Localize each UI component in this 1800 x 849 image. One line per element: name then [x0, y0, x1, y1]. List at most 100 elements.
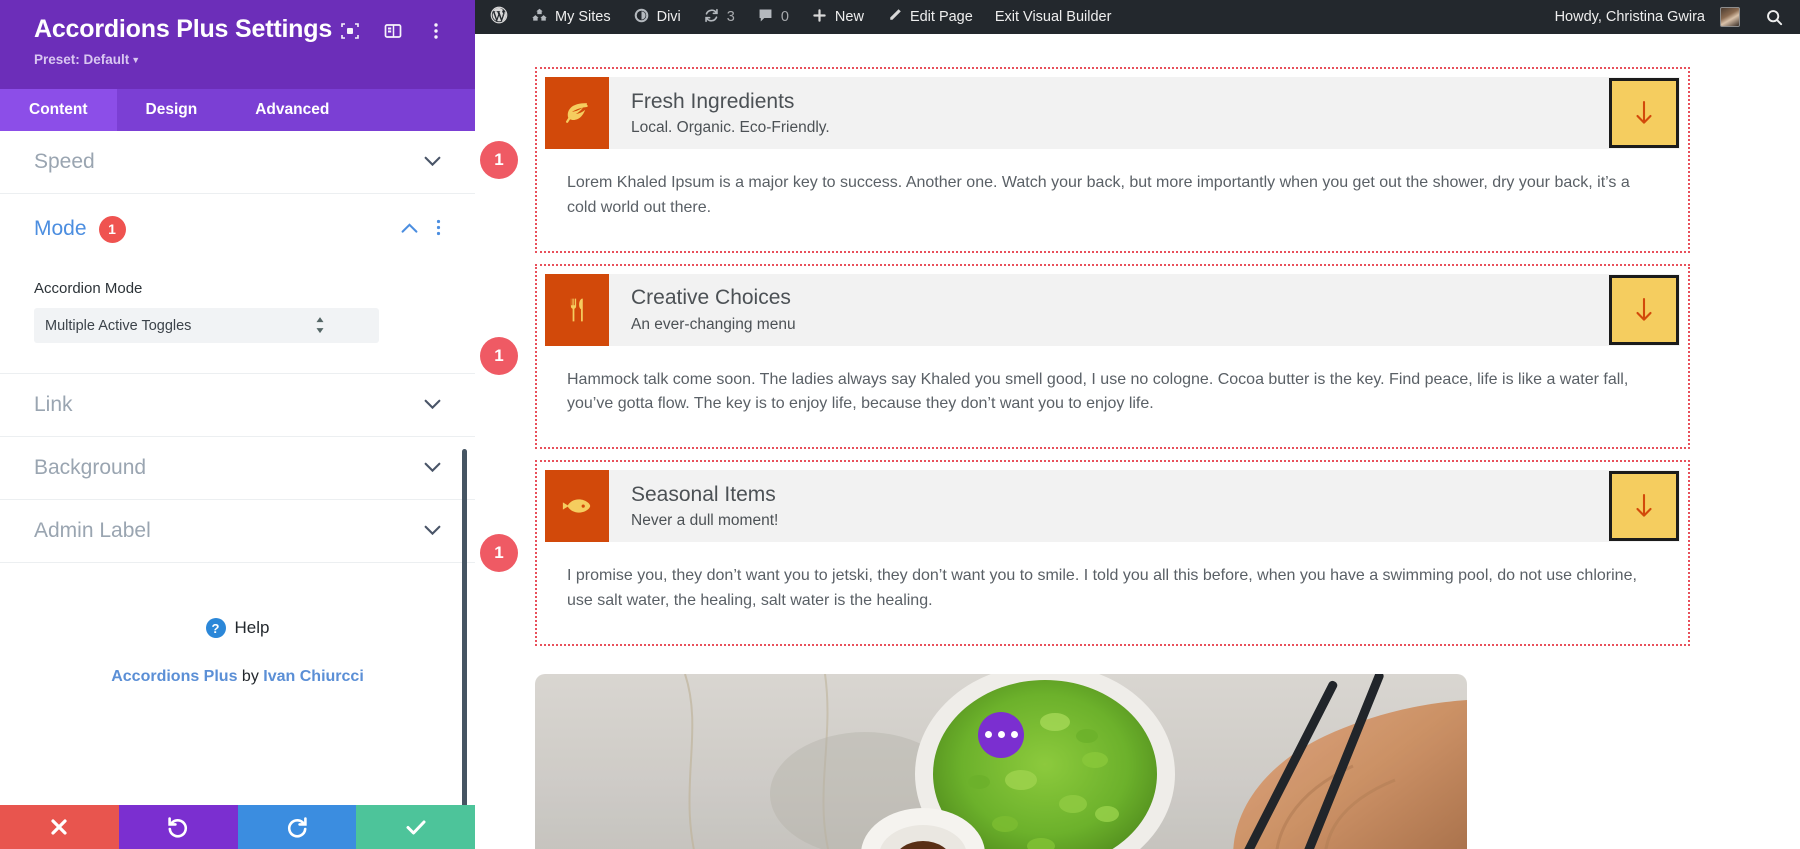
accordion-title-group: Fresh Ingredients Local. Organic. Eco-Fr…	[609, 77, 1609, 149]
wordpress-logo-icon	[489, 5, 509, 29]
updates-item[interactable]: 3	[692, 0, 746, 34]
plugin-name-link[interactable]: Accordions Plus	[111, 668, 237, 685]
accordion-outline: Creative Choices An ever-changing menu H…	[535, 263, 1690, 450]
plugin-credit: Accordions Plus by Ivan Chiurcci	[0, 668, 475, 686]
comments-item[interactable]: 0	[746, 0, 800, 34]
accordion-marker-badge: 1	[480, 337, 518, 376]
settings-body: Speed Mode 1 Accordion Mode Multiple Act…	[0, 131, 475, 805]
updates-count: 3	[726, 9, 735, 25]
help-label: Help	[234, 618, 270, 637]
divi-item[interactable]: Divi	[622, 0, 692, 34]
help-link[interactable]: ? Help	[0, 618, 475, 638]
admin-bar-left-group: My Sites Divi 3 0 New Edit Page Exit Vis…	[475, 0, 1122, 34]
divi-icon	[633, 7, 650, 28]
chevron-up-icon[interactable]	[401, 222, 418, 237]
settings-tabs: Content Design Advanced	[0, 89, 475, 131]
accordion-header[interactable]: Fresh Ingredients Local. Organic. Eco-Fr…	[545, 77, 1680, 149]
section-label-mode: Mode	[34, 217, 87, 240]
edit-page-item[interactable]: Edit Page	[875, 0, 984, 34]
save-button[interactable]	[356, 805, 475, 849]
new-item[interactable]: New	[800, 0, 875, 34]
section-more-options-icon[interactable]	[436, 219, 441, 240]
chevron-down-icon	[424, 155, 441, 170]
more-options-icon[interactable]	[425, 20, 447, 42]
wordpress-logo-item[interactable]	[475, 0, 520, 34]
food-photo-section	[535, 673, 1467, 849]
accordion-subtitle: An ever-changing menu	[631, 315, 796, 333]
wp-admin-bar: My Sites Divi 3 0 New Edit Page Exit Vis…	[475, 0, 1800, 34]
accordion-mode-select-wrap: Multiple Active Toggles	[34, 308, 441, 343]
accordion-module: 1 Fresh Ingredients Local. Organic. Eco-…	[475, 67, 1800, 646]
tab-design[interactable]: Design	[117, 89, 227, 131]
accordion-item: 1 Creative Choices An ever-changing menu	[480, 263, 1690, 450]
credit-by-text: by	[241, 668, 259, 685]
accordion-title-group: Seasonal Items Never a dull moment!	[609, 470, 1609, 542]
comments-count: 0	[780, 9, 789, 25]
my-sites-icon	[531, 7, 548, 28]
my-sites-item[interactable]: My Sites	[520, 0, 622, 34]
sidebar-section-speed[interactable]: Speed	[0, 131, 475, 194]
comments-icon	[757, 7, 774, 28]
module-settings-panel: Accordions Plus Settings Preset: Default…	[0, 0, 475, 849]
accordion-outline: Seasonal Items Never a dull moment! I pr…	[535, 460, 1690, 646]
settings-scroll-area: Speed Mode 1 Accordion Mode Multiple Act…	[0, 131, 475, 805]
accordion-header[interactable]: Seasonal Items Never a dull moment!	[545, 470, 1680, 543]
section-settings-button[interactable]	[978, 711, 1024, 758]
dot-icon	[997, 731, 1005, 739]
accordion-toggle-button[interactable]	[1609, 471, 1679, 542]
sidebar-section-background[interactable]: Background	[0, 437, 475, 500]
accordion-title: Creative Choices	[631, 286, 791, 310]
tab-advanced[interactable]: Advanced	[226, 89, 358, 131]
divi-label: Divi	[656, 9, 681, 25]
help-icon: ?	[205, 618, 226, 638]
cancel-button[interactable]	[0, 805, 119, 849]
redo-button[interactable]	[237, 805, 357, 849]
settings-panel-scrollbar[interactable]	[462, 449, 467, 805]
utensils-icon	[545, 273, 609, 346]
section-label-link: Link	[34, 393, 73, 416]
howdy-label: Howdy, Christina Gwira	[1554, 9, 1705, 25]
focus-icon[interactable]	[339, 20, 361, 42]
edit-page-label: Edit Page	[909, 9, 973, 25]
undo-button[interactable]	[118, 805, 238, 849]
accordion-body: Lorem Khaled Ipsum is a major key to suc…	[545, 149, 1680, 243]
accordion-toggle-button[interactable]	[1609, 274, 1679, 345]
preset-label: Preset: Default	[34, 51, 130, 67]
accordion-header[interactable]: Creative Choices An ever-changing menu	[545, 273, 1680, 346]
updates-icon	[703, 7, 720, 28]
accordion-mode-label: Accordion Mode	[34, 280, 143, 297]
accordion-title: Fresh Ingredients	[631, 89, 795, 113]
plus-icon	[811, 7, 828, 28]
my-sites-label: My Sites	[555, 9, 611, 25]
settings-header-icon-group	[339, 16, 453, 42]
accordion-item: 1 Seasonal Items Never a dull moment! I …	[480, 460, 1690, 646]
sidebar-section-mode[interactable]: Mode 1	[0, 194, 475, 264]
pencil-icon	[886, 7, 903, 28]
sidebar-section-admin-label[interactable]: Admin Label	[0, 500, 475, 563]
sidebar-section-link[interactable]: Link	[0, 374, 475, 437]
admin-bar-right-group: Howdy, Christina Gwira	[1541, 0, 1800, 34]
exit-visual-builder-label: Exit Visual Builder	[994, 9, 1112, 25]
leaf-icon	[545, 77, 609, 149]
accordion-mode-field: Accordion Mode Multiple Active Toggles	[0, 264, 475, 374]
accordion-marker-badge: 1	[480, 140, 518, 179]
accordion-mode-select[interactable]: Multiple Active Toggles	[34, 308, 379, 343]
layout-toggle-icon[interactable]	[382, 20, 404, 42]
avatar	[1720, 7, 1740, 27]
section-label-background: Background	[34, 456, 147, 479]
page-title: Accordions Plus Settings	[34, 15, 333, 43]
chevron-down-icon	[424, 524, 441, 539]
account-item[interactable]: Howdy, Christina Gwira	[1541, 0, 1751, 34]
plugin-author-link[interactable]: Ivan Chiurcci	[263, 668, 363, 685]
settings-panel-header: Accordions Plus Settings Preset: Default…	[0, 0, 475, 89]
accordion-toggle-button[interactable]	[1609, 78, 1679, 148]
dot-icon	[1010, 731, 1018, 739]
exit-visual-builder-item[interactable]: Exit Visual Builder	[984, 0, 1123, 34]
chevron-down-icon	[424, 398, 441, 413]
accordion-marker-badge: 1	[480, 533, 518, 572]
search-icon[interactable]	[1751, 8, 1800, 27]
accordion-title-group: Creative Choices An ever-changing menu	[609, 274, 1609, 346]
tab-content[interactable]: Content	[0, 89, 117, 131]
dot-icon	[984, 731, 992, 739]
preset-selector[interactable]: Preset: Default ▼	[34, 52, 453, 67]
